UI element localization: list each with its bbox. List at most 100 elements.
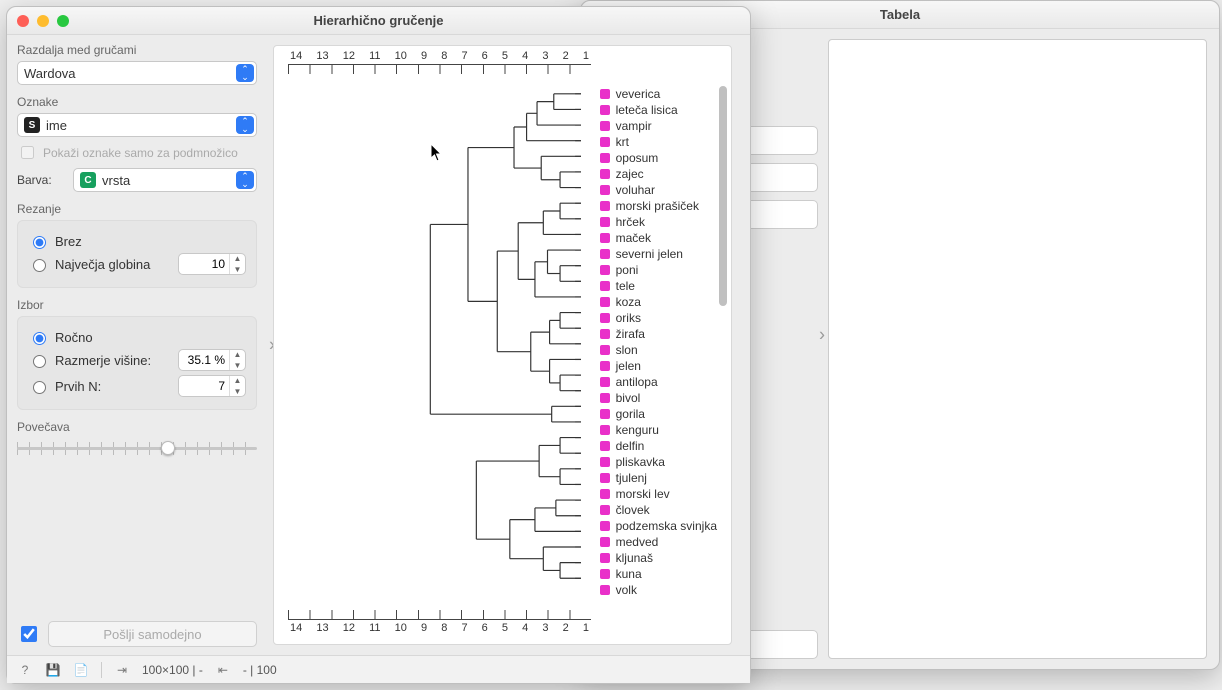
- pruning-none-radio[interactable]: [33, 236, 46, 249]
- leaf-item[interactable]: veverica: [600, 86, 717, 102]
- chevron-right-icon[interactable]: ›: [819, 325, 825, 346]
- linkage-value: Wardova: [24, 66, 76, 81]
- leaf-item[interactable]: kenguru: [600, 422, 717, 438]
- leaf-label: severni jelen: [616, 247, 683, 261]
- leaf-label: morski prašiček: [616, 199, 699, 213]
- leaf-item[interactable]: oriks: [600, 310, 717, 326]
- leaf-item[interactable]: žirafa: [600, 326, 717, 342]
- leaf-item[interactable]: kljunaš: [600, 550, 717, 566]
- leaf-item[interactable]: krt: [600, 134, 717, 150]
- leaf-item[interactable]: medved: [600, 534, 717, 550]
- pruning-depth-radio[interactable]: [33, 259, 46, 272]
- leaf-item[interactable]: jelen: [600, 358, 717, 374]
- leaf-label: slon: [616, 343, 638, 357]
- leaf-item[interactable]: leteča lisica: [600, 102, 717, 118]
- slider-thumb[interactable]: [161, 441, 175, 455]
- sel-height-row[interactable]: Razmerje višine: ▲▼: [28, 349, 246, 371]
- class-color-icon: [600, 345, 610, 355]
- step-down-icon[interactable]: ▼: [230, 386, 245, 397]
- tabela-grid[interactable]: [828, 39, 1207, 659]
- class-color-icon: [600, 89, 610, 99]
- sel-manual-radio[interactable]: [33, 332, 46, 345]
- leaf-item[interactable]: koza: [600, 294, 717, 310]
- titlebar-main[interactable]: Hierarhično gručenje: [7, 7, 750, 35]
- axis-tick: 3: [542, 50, 548, 62]
- sel-topn-radio[interactable]: [33, 381, 46, 394]
- leaf-item[interactable]: poni: [600, 262, 717, 278]
- annotation-select[interactable]: S ime ⌃⌄: [17, 113, 257, 137]
- window-title: Tabela: [880, 7, 920, 22]
- leaf-item[interactable]: podzemska svinjka: [600, 518, 717, 534]
- class-color-icon: [600, 217, 610, 227]
- leaf-item[interactable]: bivol: [600, 390, 717, 406]
- scrollbar-vertical[interactable]: [719, 86, 727, 306]
- sel-height-spin[interactable]: ▲▼: [178, 349, 246, 371]
- traffic-max[interactable]: [57, 15, 69, 27]
- sel-topn-spin[interactable]: ▲▼: [178, 375, 246, 397]
- panel-pruning: Rezanje Brez Največja globina ▲▼: [17, 202, 257, 288]
- sel-topn-input[interactable]: [179, 379, 229, 393]
- pruning-depth-spin[interactable]: ▲▼: [178, 253, 246, 275]
- panel-linkage: Razdalja med gručami Wardova ⌃⌄: [17, 43, 257, 85]
- dendrogram-canvas[interactable]: 1413121110987654321 1413121110987654321 …: [273, 45, 732, 645]
- axis-tick: 13: [316, 50, 328, 62]
- traffic-lights[interactable]: [17, 15, 69, 27]
- pruning-none-row[interactable]: Brez: [28, 233, 246, 249]
- send-button[interactable]: Pošlji samodejno: [48, 621, 257, 647]
- chevron-updown-icon: ⌃⌄: [236, 116, 254, 134]
- linkage-select[interactable]: Wardova ⌃⌄: [17, 61, 257, 85]
- input-icon: ⇥: [114, 662, 130, 678]
- leaf-item[interactable]: morski lev: [600, 486, 717, 502]
- sel-height-radio[interactable]: [33, 355, 46, 368]
- report-icon[interactable]: 📄: [73, 662, 89, 678]
- class-color-icon: [600, 185, 610, 195]
- leaf-item[interactable]: voluhar: [600, 182, 717, 198]
- sel-topn-row[interactable]: Prvih N: ▲▼: [28, 375, 246, 397]
- leaf-item[interactable]: volk: [600, 582, 717, 598]
- leaf-item[interactable]: tjulenj: [600, 470, 717, 486]
- sel-height-input[interactable]: [179, 353, 229, 367]
- traffic-close[interactable]: [17, 15, 29, 27]
- leaf-label: poni: [616, 263, 639, 277]
- leaf-item[interactable]: vampir: [600, 118, 717, 134]
- step-down-icon[interactable]: ▼: [230, 264, 245, 275]
- step-up-icon[interactable]: ▲: [230, 349, 245, 360]
- pruning-depth-input[interactable]: [179, 257, 229, 271]
- step-down-icon[interactable]: ▼: [230, 360, 245, 371]
- traffic-min[interactable]: [37, 15, 49, 27]
- leaf-item[interactable]: antilopa: [600, 374, 717, 390]
- axis-top: 1413121110987654321: [288, 50, 591, 80]
- class-color-icon: [600, 425, 610, 435]
- leaf-item[interactable]: gorila: [600, 406, 717, 422]
- leaf-item[interactable]: kuna: [600, 566, 717, 582]
- leaf-item[interactable]: tele: [600, 278, 717, 294]
- color-select[interactable]: C vrsta ⌃⌄: [73, 168, 257, 192]
- sel-topn-label: Prvih N:: [55, 379, 101, 394]
- leaf-item[interactable]: severni jelen: [600, 246, 717, 262]
- leaf-item[interactable]: maček: [600, 230, 717, 246]
- sel-manual-row[interactable]: Ročno: [28, 329, 246, 345]
- leaf-label: hrček: [616, 215, 645, 229]
- axis-tick: 2: [563, 50, 569, 62]
- leaf-item[interactable]: morski prašiček: [600, 198, 717, 214]
- zoom-slider[interactable]: [17, 438, 257, 458]
- leaf-item[interactable]: hrček: [600, 214, 717, 230]
- subset-checkbox-row[interactable]: Pokaži oznake samo za podmnožico: [17, 143, 257, 162]
- window-title: Hierarhično gručenje: [313, 13, 443, 28]
- step-up-icon[interactable]: ▲: [230, 375, 245, 386]
- controls-sidebar: Razdalja med gručami Wardova ⌃⌄ Oznake S…: [7, 35, 267, 655]
- leaf-item[interactable]: oposum: [600, 150, 717, 166]
- step-up-icon[interactable]: ▲: [230, 253, 245, 264]
- leaf-item[interactable]: slon: [600, 342, 717, 358]
- leaf-item[interactable]: človek: [600, 502, 717, 518]
- pruning-depth-row[interactable]: Največja globina ▲▼: [28, 253, 246, 275]
- auto-send-checkbox[interactable]: [21, 626, 37, 642]
- leaf-item[interactable]: zajec: [600, 166, 717, 182]
- save-icon[interactable]: 💾: [45, 662, 61, 678]
- leaf-item[interactable]: delfin: [600, 438, 717, 454]
- class-color-icon: [600, 121, 610, 131]
- axis-tick: 8: [441, 622, 447, 634]
- leaf-label: človek: [616, 503, 650, 517]
- help-icon[interactable]: ?: [17, 662, 33, 678]
- leaf-item[interactable]: pliskavka: [600, 454, 717, 470]
